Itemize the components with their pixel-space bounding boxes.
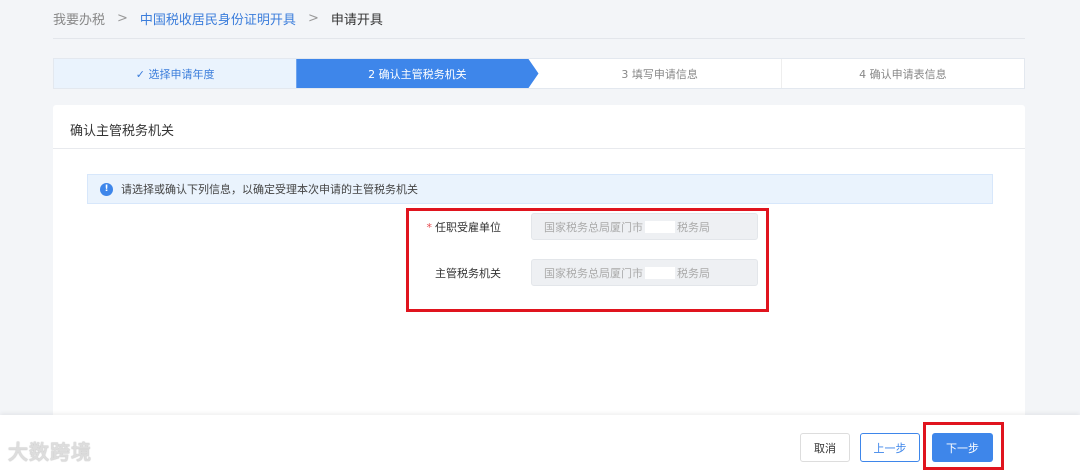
divider [53,148,1025,149]
step-4: 4 确认申请表信息 [782,59,1024,88]
step-indicator: ✓ 选择申请年度 2 确认主管税务机关 3 填写申请信息 4 确认申请表信息 [53,58,1025,89]
card-title: 确认主管税务机关 [70,124,175,139]
step-3: 3 填写申请信息 [539,59,782,88]
prev-button[interactable]: 上一步 [860,433,920,462]
breadcrumb: 我要办税 > 中国税收居民身份证明开具 > 申请开具 [53,9,383,28]
info-alert: ! 请选择或确认下列信息，以确定受理本次申请的主管税务机关 [87,174,993,204]
breadcrumb-current: 申请开具 [330,13,383,28]
alert-text: 请选择或确认下列信息，以确定受理本次申请的主管税务机关 [121,183,418,196]
step-2: 2 确认主管税务机关 [296,59,538,88]
highlight-box [923,422,1004,470]
step-label: 2 确认主管税务机关 [368,67,467,81]
step-label: 3 填写申请信息 [621,67,698,81]
breadcrumb-separator: > [307,11,319,26]
step-label: 4 确认申请表信息 [859,67,947,81]
breadcrumb-home[interactable]: 我要办税 [53,9,105,28]
step-1: ✓ 选择申请年度 [54,59,296,88]
breadcrumb-parent[interactable]: 中国税收居民身份证明开具 [140,9,296,28]
cancel-button[interactable]: 取消 [800,433,850,462]
highlight-box [406,208,769,312]
footer-bar: 大数跨境 取消 上一步 下一步 [0,415,1080,473]
step-label: ✓ 选择申请年度 [135,67,215,81]
watermark: 大数跨境 [8,440,92,464]
divider [53,38,1025,39]
info-icon: ! [100,182,113,196]
breadcrumb-separator: > [117,11,128,26]
